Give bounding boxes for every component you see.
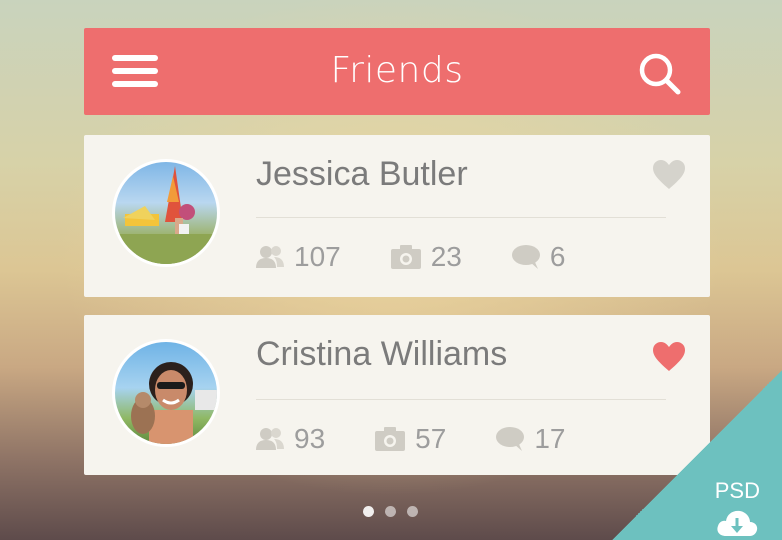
avatar (112, 339, 220, 447)
pagination-dots (363, 506, 429, 517)
friends-count: 107 (294, 241, 341, 272)
avatar (112, 159, 220, 267)
camera-icon (390, 245, 421, 269)
comments-stat: 6 (511, 241, 566, 273)
heart-icon[interactable] (652, 159, 686, 191)
photos-count: 23 (430, 241, 462, 272)
friend-stats: 107 23 6 (256, 241, 615, 273)
friends-stat: 93 (256, 423, 325, 455)
divider (256, 217, 666, 218)
friends-icon (256, 246, 284, 268)
friend-name[interactable]: Cristina Williams (256, 335, 507, 374)
comment-icon (511, 245, 540, 269)
search-icon[interactable] (638, 52, 682, 96)
page-dot[interactable] (407, 506, 418, 517)
comments-count: 6 (549, 241, 566, 272)
comments-stat: 17 (496, 423, 565, 455)
divider (256, 399, 666, 400)
photos-stat: 23 (390, 241, 462, 273)
camera-icon (375, 427, 406, 451)
friend-card[interactable]: Jessica Butler 107 23 6 (84, 135, 710, 297)
page-title: Friends (330, 50, 464, 91)
friend-name[interactable]: Jessica Butler (256, 155, 468, 194)
friend-stats: 93 57 17 (256, 423, 615, 455)
app-header: Friends (84, 28, 710, 115)
friends-icon (256, 428, 284, 450)
cloud-download-icon[interactable] (716, 508, 758, 538)
photos-count: 57 (415, 423, 447, 454)
page-dot[interactable] (363, 506, 374, 517)
friends-count: 93 (294, 423, 326, 454)
psd-label[interactable]: PSD (715, 478, 760, 504)
heart-icon[interactable] (652, 341, 686, 373)
photos-stat: 57 (375, 423, 446, 455)
comment-icon (496, 427, 525, 451)
page-dot[interactable] (385, 506, 396, 517)
friends-stat: 107 (256, 241, 341, 273)
comments-count: 17 (534, 423, 566, 454)
